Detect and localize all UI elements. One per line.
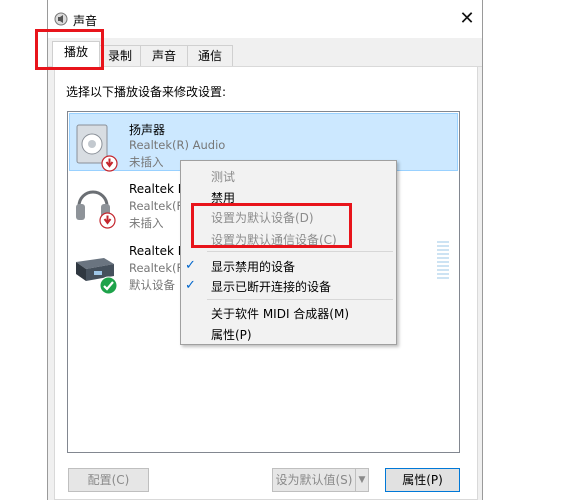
properties-button[interactable]: 属性(P) [385,468,460,492]
device-status: 默认设备 [129,278,175,292]
window-title: 声音 [73,14,98,28]
checkmark-icon: ✓ [185,278,196,293]
context-menu: 测试 禁用 设置为默认设备(D) 设置为默认通信设备(C) ✓ 显示禁用的设备 … [180,160,397,345]
set-default-dropdown-button[interactable]: ▼ [355,468,369,492]
device-driver: Realtek(F [129,261,184,275]
device-driver: Realtek(F [129,199,184,213]
tab-strip [48,66,482,67]
tab-communications[interactable]: 通信 [187,45,233,66]
sound-app-icon [54,12,68,26]
device-status: 未插入 [129,155,164,169]
device-name: Realtek D [129,244,187,258]
menu-separator [207,251,393,252]
configure-button[interactable]: 配置(C) [68,468,149,492]
device-name: Realtek H [129,182,187,196]
menu-separator [207,299,393,300]
menu-item-about-midi[interactable]: 关于软件 MIDI 合成器(M) [211,305,349,322]
disconnected-badge-icon [99,212,116,229]
device-driver: Realtek(R) Audio [129,138,226,152]
tab-recording[interactable]: 录制 [99,45,141,66]
menu-item-show-disconnected[interactable]: 显示已断开连接的设备 [211,278,331,295]
level-meter-icon [437,241,449,279]
menu-item-properties[interactable]: 属性(P) [211,326,252,343]
close-button[interactable]: ✕ [456,8,478,30]
device-name: 扬声器 [129,123,166,137]
set-default-button[interactable]: 设为默认值(S) [272,468,356,492]
device-status: 未插入 [129,216,164,230]
tab-sounds[interactable]: 声音 [140,45,188,66]
annotation-box-menu [191,203,352,248]
annotation-box-tab [35,29,104,70]
title-bar [48,0,482,38]
menu-item-test[interactable]: 测试 [211,168,235,185]
menu-item-show-disabled[interactable]: 显示禁用的设备 [211,258,295,275]
default-check-badge-icon [99,276,118,295]
disconnected-badge-icon [101,155,118,172]
checkmark-icon: ✓ [185,258,196,273]
instruction-label: 选择以下播放设备来修改设置: [66,85,227,99]
